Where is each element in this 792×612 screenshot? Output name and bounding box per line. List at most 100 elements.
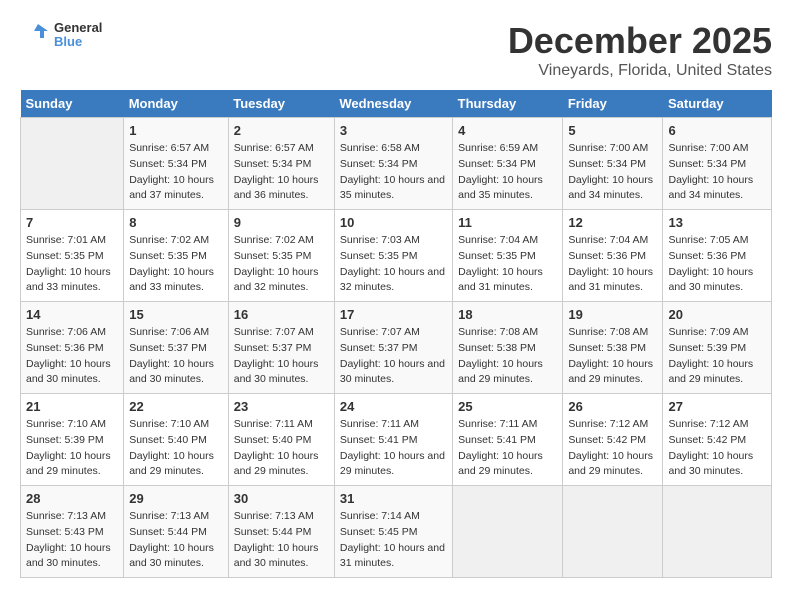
calendar-cell: 26 Sunrise: 7:12 AMSunset: 5:42 PMDayligh… xyxy=(563,394,663,486)
calendar-cell: 9Sunrise: 7:02 AMSunset: 5:35 PMDaylight… xyxy=(228,210,334,302)
day-info: Sunrise: 7:00 AMSunset: 5:34 PMDaylight:… xyxy=(668,141,766,204)
calendar-cell: 12Sunrise: 7:04 AMSunset: 5:36 PMDayligh… xyxy=(563,210,663,302)
calendar-cell xyxy=(21,118,124,210)
day-info: Sunrise: 7:02 AMSunset: 5:35 PMDaylight:… xyxy=(129,233,223,296)
day-number: 16 xyxy=(234,307,329,322)
day-number: 26 xyxy=(568,399,657,414)
day-number: 22 xyxy=(129,399,223,414)
header: General Blue December 2025 Vineyards, Fl… xyxy=(20,20,772,80)
day-number: 27 xyxy=(668,399,766,414)
calendar-cell xyxy=(453,486,563,578)
day-number: 20 xyxy=(668,307,766,322)
logo-general: General xyxy=(54,21,102,35)
day-info: Sunrise: 7:10 AMSunset: 5:40 PMDaylight:… xyxy=(129,417,223,480)
header-day-saturday: Saturday xyxy=(663,90,772,118)
day-number: 2 xyxy=(234,123,329,138)
day-info: Sunrise: 7:08 AMSunset: 5:38 PMDaylight:… xyxy=(458,325,557,388)
calendar-cell: 22 Sunrise: 7:10 AMSunset: 5:40 PMDayligh… xyxy=(124,394,229,486)
day-number: 21 xyxy=(26,399,118,414)
day-number: 18 xyxy=(458,307,557,322)
day-number: 30 xyxy=(234,491,329,506)
day-info: Sunrise: 7:08 AMSunset: 5:38 PMDaylight:… xyxy=(568,325,657,388)
calendar-cell: 20 Sunrise: 7:09 AMSunset: 5:39 PMDayligh… xyxy=(663,302,772,394)
day-number: 17 xyxy=(340,307,447,322)
day-info: Sunrise: 7:12 AMSunset: 5:42 PMDaylight:… xyxy=(568,417,657,480)
header-day-wednesday: Wednesday xyxy=(334,90,452,118)
calendar-week-row: 7 Sunrise: 7:01 AMSunset: 5:35 PMDaylight… xyxy=(21,210,772,302)
day-number: 1 xyxy=(129,123,223,138)
calendar-cell: 18 Sunrise: 7:08 AMSunset: 5:38 PMDayligh… xyxy=(453,302,563,394)
day-info: Sunrise: 7:11 AMSunset: 5:41 PMDaylight:… xyxy=(340,417,447,480)
day-info: Sunrise: 7:00 AMSunset: 5:34 PMDaylight:… xyxy=(568,141,657,204)
day-number: 25 xyxy=(458,399,557,414)
calendar-cell: 24 Sunrise: 7:11 AMSunset: 5:41 PMDayligh… xyxy=(334,394,452,486)
day-number: 29 xyxy=(129,491,223,506)
day-number: 15 xyxy=(129,307,223,322)
calendar-cell: 6 Sunrise: 7:00 AMSunset: 5:34 PMDaylight… xyxy=(663,118,772,210)
day-info: Sunrise: 7:13 AMSunset: 5:44 PMDaylight:… xyxy=(129,509,223,572)
day-number: 3 xyxy=(340,123,447,138)
calendar-cell: 15Sunrise: 7:06 AMSunset: 5:37 PMDayligh… xyxy=(124,302,229,394)
calendar-table: SundayMondayTuesdayWednesdayThursdayFrid… xyxy=(20,90,772,578)
calendar-cell xyxy=(663,486,772,578)
day-info: Sunrise: 6:57 AMSunset: 5:34 PMDaylight:… xyxy=(129,141,223,204)
calendar-cell: 10Sunrise: 7:03 AMSunset: 5:35 PMDayligh… xyxy=(334,210,452,302)
day-number: 4 xyxy=(458,123,557,138)
day-info: Sunrise: 7:11 AMSunset: 5:40 PMDaylight:… xyxy=(234,417,329,480)
day-number: 31 xyxy=(340,491,447,506)
calendar-cell: 23Sunrise: 7:11 AMSunset: 5:40 PMDayligh… xyxy=(228,394,334,486)
calendar-cell: 3Sunrise: 6:58 AMSunset: 5:34 PMDaylight… xyxy=(334,118,452,210)
header-day-thursday: Thursday xyxy=(453,90,563,118)
calendar-cell: 28 Sunrise: 7:13 AMSunset: 5:43 PMDayligh… xyxy=(21,486,124,578)
day-info: Sunrise: 7:14 AMSunset: 5:45 PMDaylight:… xyxy=(340,509,447,572)
header-day-monday: Monday xyxy=(124,90,229,118)
day-number: 5 xyxy=(568,123,657,138)
day-number: 8 xyxy=(129,215,223,230)
day-info: Sunrise: 7:04 AMSunset: 5:35 PMDaylight:… xyxy=(458,233,557,296)
calendar-cell: 11 Sunrise: 7:04 AMSunset: 5:35 PMDayligh… xyxy=(453,210,563,302)
day-info: Sunrise: 7:09 AMSunset: 5:39 PMDaylight:… xyxy=(668,325,766,388)
day-number: 13 xyxy=(668,215,766,230)
calendar-week-row: 21Sunrise: 7:10 AMSunset: 5:39 PMDayligh… xyxy=(21,394,772,486)
header-day-sunday: Sunday xyxy=(21,90,124,118)
calendar-cell: 31 Sunrise: 7:14 AMSunset: 5:45 PMDayligh… xyxy=(334,486,452,578)
day-number: 24 xyxy=(340,399,447,414)
calendar-week-row: 1 Sunrise: 6:57 AMSunset: 5:34 PMDaylight… xyxy=(21,118,772,210)
logo-blue: Blue xyxy=(54,35,102,49)
calendar-cell: 30Sunrise: 7:13 AMSunset: 5:44 PMDayligh… xyxy=(228,486,334,578)
calendar-cell: 19 Sunrise: 7:08 AMSunset: 5:38 PMDayligh… xyxy=(563,302,663,394)
calendar-week-row: 14 Sunrise: 7:06 AMSunset: 5:36 PMDayligh… xyxy=(21,302,772,394)
logo-bird-icon xyxy=(20,20,50,50)
page-title: December 2025 xyxy=(508,20,772,62)
calendar-cell: 17Sunrise: 7:07 AMSunset: 5:37 PMDayligh… xyxy=(334,302,452,394)
day-number: 7 xyxy=(26,215,118,230)
logo: General Blue xyxy=(20,20,102,50)
header-day-friday: Friday xyxy=(563,90,663,118)
day-info: Sunrise: 7:01 AMSunset: 5:35 PMDaylight:… xyxy=(26,233,118,296)
calendar-cell: 25 Sunrise: 7:11 AMSunset: 5:41 PMDayligh… xyxy=(453,394,563,486)
day-number: 28 xyxy=(26,491,118,506)
calendar-cell: 14 Sunrise: 7:06 AMSunset: 5:36 PMDayligh… xyxy=(21,302,124,394)
day-number: 14 xyxy=(26,307,118,322)
day-info: Sunrise: 6:59 AMSunset: 5:34 PMDaylight:… xyxy=(458,141,557,204)
calendar-cell: 5 Sunrise: 7:00 AMSunset: 5:34 PMDaylight… xyxy=(563,118,663,210)
day-number: 11 xyxy=(458,215,557,230)
day-info: Sunrise: 7:03 AMSunset: 5:35 PMDaylight:… xyxy=(340,233,447,296)
title-area: December 2025 Vineyards, Florida, United… xyxy=(508,20,772,80)
day-number: 12 xyxy=(568,215,657,230)
calendar-cell: 7 Sunrise: 7:01 AMSunset: 5:35 PMDaylight… xyxy=(21,210,124,302)
day-info: Sunrise: 7:05 AMSunset: 5:36 PMDaylight:… xyxy=(668,233,766,296)
calendar-cell xyxy=(563,486,663,578)
day-number: 6 xyxy=(668,123,766,138)
calendar-cell: 8 Sunrise: 7:02 AMSunset: 5:35 PMDaylight… xyxy=(124,210,229,302)
calendar-header-row: SundayMondayTuesdayWednesdayThursdayFrid… xyxy=(21,90,772,118)
day-info: Sunrise: 7:06 AMSunset: 5:36 PMDaylight:… xyxy=(26,325,118,388)
calendar-cell: 29 Sunrise: 7:13 AMSunset: 5:44 PMDayligh… xyxy=(124,486,229,578)
calendar-cell: 4 Sunrise: 6:59 AMSunset: 5:34 PMDaylight… xyxy=(453,118,563,210)
day-info: Sunrise: 7:02 AMSunset: 5:35 PMDaylight:… xyxy=(234,233,329,296)
day-info: Sunrise: 7:13 AMSunset: 5:43 PMDaylight:… xyxy=(26,509,118,572)
day-number: 19 xyxy=(568,307,657,322)
header-day-tuesday: Tuesday xyxy=(228,90,334,118)
page-subtitle: Vineyards, Florida, United States xyxy=(508,62,772,80)
day-info: Sunrise: 7:11 AMSunset: 5:41 PMDaylight:… xyxy=(458,417,557,480)
